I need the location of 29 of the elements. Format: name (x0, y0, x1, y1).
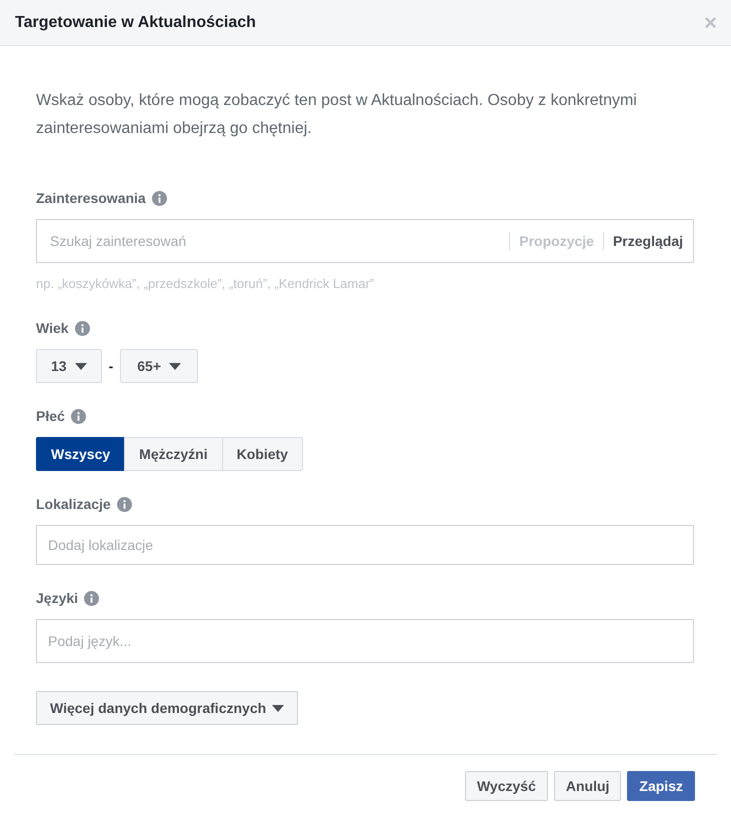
languages-field[interactable]: Podaj język... (36, 619, 694, 663)
age-min-dropdown[interactable]: 13 (36, 349, 102, 383)
info-icon[interactable] (74, 320, 90, 336)
info-icon[interactable] (84, 590, 100, 606)
gender-option[interactable]: Mężczyźni (124, 437, 223, 471)
more-demographics-button[interactable]: Więcej danych demograficznych (36, 691, 298, 725)
caret-icon (74, 362, 87, 370)
info-icon[interactable] (116, 496, 132, 512)
save-button[interactable]: Zapisz (627, 771, 695, 801)
age-max-dropdown[interactable]: 65+ (120, 349, 198, 383)
hint-text: np. „koszykówka”, „przedszkole”, „toruń”, „Kendrick Lamar” (36, 276, 376, 291)
dialog-title: Targetowanie w Aktualnościach (15, 14, 256, 32)
footer-button[interactable]: Wyczyść (464, 771, 548, 801)
caret-icon (169, 362, 181, 370)
field-label: Płeć (36, 408, 65, 424)
gender-option[interactable]: Wszyscy (36, 437, 126, 471)
footer-button[interactable]: Anuluj (554, 771, 622, 801)
range-separator: - (108, 358, 114, 374)
gender-option[interactable]: Kobiety (222, 437, 303, 471)
search-action-link[interactable]: Przeglądaj (602, 232, 683, 250)
locations-field[interactable]: Dodaj lokalizacje (36, 525, 694, 565)
field-label: Wiek (36, 320, 69, 336)
caret-icon (272, 704, 284, 712)
field-label: Języki (36, 590, 78, 606)
field-label: Zainteresowania (36, 190, 146, 206)
field-label: Lokalizacje (36, 496, 111, 512)
info-icon[interactable] (70, 408, 86, 424)
intro-text: Wskaż osoby, które mogą zobaczyć ten post w Aktualnościach. Osoby z konkretnymi zainteresowaniami obejrzą go chętniej. (36, 91, 638, 139)
info-icon[interactable] (152, 190, 167, 206)
